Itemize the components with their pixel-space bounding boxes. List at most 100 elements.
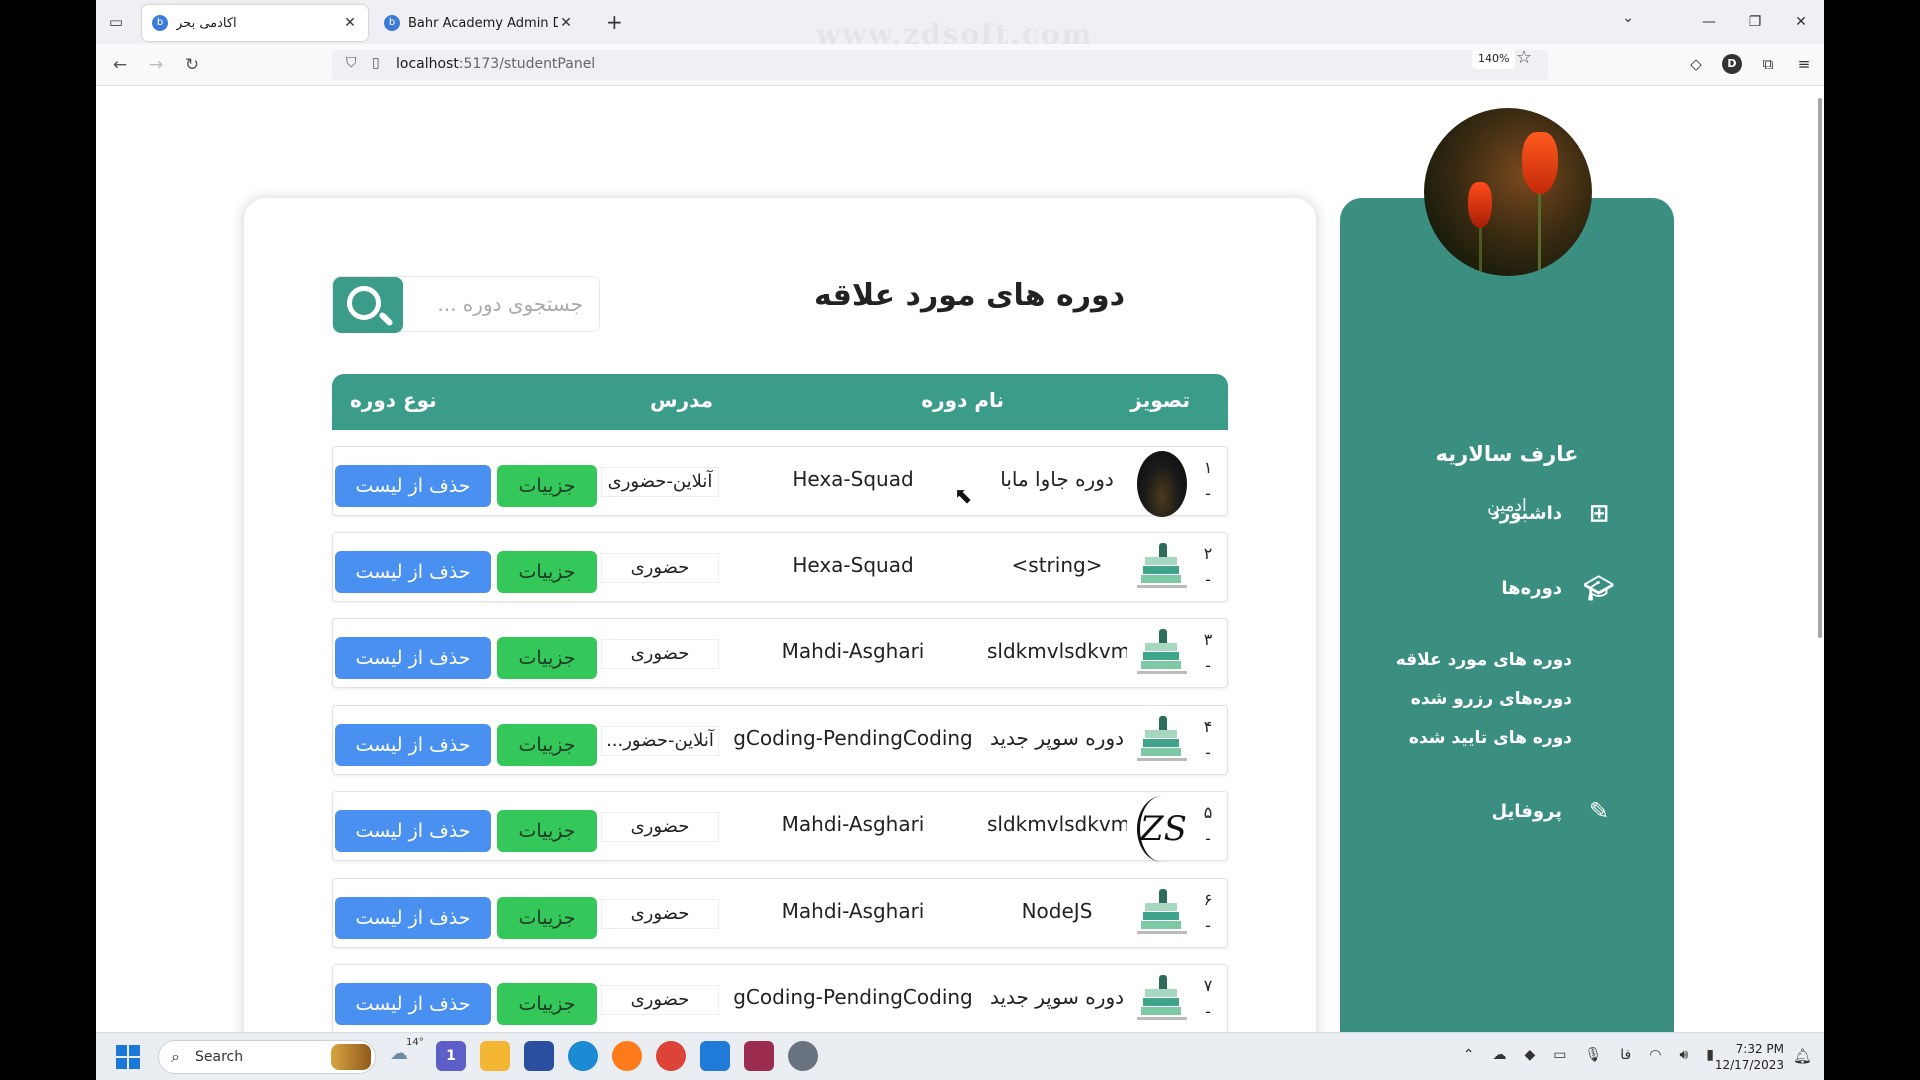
sidebar-subitem-favorites[interactable]: دوره های مورد علاقه xyxy=(1396,650,1572,670)
course-image xyxy=(1137,969,1187,1029)
search-button[interactable] xyxy=(333,277,403,333)
weather-icon[interactable]: ☁ 14° xyxy=(390,1037,424,1064)
chrome-icon[interactable] xyxy=(656,1041,686,1071)
course-image xyxy=(1137,883,1187,943)
address-bar[interactable]: ⛉ ▯ localhost:5173/studentPanel xyxy=(332,50,1548,80)
sidebar-item-label: داشبورد xyxy=(1490,502,1562,524)
sidebar-subitem-reserved[interactable]: دوره‌های رزرو شده xyxy=(1411,689,1572,709)
restore-icon[interactable]: ❐ xyxy=(1732,0,1778,44)
temperature: 14° xyxy=(406,1037,424,1048)
new-tab-icon[interactable]: + xyxy=(606,10,623,34)
page-scrollbar[interactable] xyxy=(1818,98,1822,638)
tray-overflow-icon[interactable]: ⌃ xyxy=(1463,1047,1475,1063)
sidebar-item-courses[interactable]: 🎓︎ دوره‌ها xyxy=(1501,573,1614,603)
row-index: ۵- xyxy=(1203,803,1213,848)
table-row: ۱- دوره جاوا مابا Hexa-Squad آنلاین-حضوری جز… xyxy=(332,446,1228,517)
shield-icon[interactable]: ⛉ xyxy=(346,55,357,71)
details-button[interactable]: جزییات xyxy=(497,983,597,1025)
course-image-cell xyxy=(1137,969,1187,1029)
clock[interactable]: 7:32 PM 12/17/2023 xyxy=(1715,1041,1784,1073)
settings-icon[interactable] xyxy=(788,1041,818,1071)
details-button[interactable]: جزییات xyxy=(497,724,597,766)
browser-tabbar: ▭ b آکادمی بحر ✕ b Bahr Academy Admin Da… xyxy=(96,0,1824,51)
vpn-icon[interactable]: ◆ xyxy=(1524,1047,1535,1063)
sidebar-item-dashboard[interactable]: ⊞ داشبورد xyxy=(1491,498,1614,528)
details-button[interactable]: جزییات xyxy=(497,637,597,679)
onedrive-icon[interactable]: ☁ xyxy=(1492,1047,1506,1063)
tab-title: Bahr Academy Admin Dashboa xyxy=(408,15,558,31)
course-image-cell xyxy=(1137,451,1187,517)
teams-chat-icon[interactable]: 1 xyxy=(436,1041,466,1071)
browser-navbar: ← → ↻ ⛉ ▯ localhost:5173/studentPanel 14… xyxy=(96,44,1824,86)
taskbar-search[interactable]: ⌕ Search xyxy=(158,1040,376,1074)
reload-icon[interactable]: ↻ xyxy=(180,53,204,77)
minimize-icon[interactable]: — xyxy=(1686,0,1732,44)
course-name: دوره جاوا مابا xyxy=(1000,467,1114,491)
course-image-cell xyxy=(1137,537,1187,597)
course-teacher: Hexa-Squad xyxy=(792,467,914,491)
course-name: sldkmvlsdkvm... xyxy=(987,812,1127,836)
screen: ▭ b آکادمی بحر ✕ b Bahr Academy Admin Da… xyxy=(96,0,1824,1080)
details-button[interactable]: جزییات xyxy=(497,810,597,852)
graduation-cap-icon: 🎓︎ xyxy=(1583,574,1614,602)
tab-bahr-academy[interactable]: b آکادمی بحر ✕ xyxy=(142,5,368,41)
file-explorer-icon[interactable] xyxy=(480,1041,510,1071)
close-tab-icon[interactable]: ✕ xyxy=(558,15,574,31)
profile-avatar[interactable]: D xyxy=(1722,54,1742,74)
remove-from-list-button[interactable]: حذف از لیست xyxy=(335,551,491,593)
course-teacher: gCoding-PendingCoding xyxy=(733,985,973,1009)
table-row: ۷- دوره سوپر جدید gCoding-PendingCoding حضو… xyxy=(332,964,1228,1032)
remove-from-list-button[interactable]: حذف از لیست xyxy=(335,810,491,852)
zoom-level[interactable]: 140% xyxy=(1472,49,1516,69)
column-header-course-name: نام دوره xyxy=(921,388,1004,412)
url-host: localhost xyxy=(396,56,459,72)
remove-from-list-button[interactable]: حذف از لیست xyxy=(335,637,491,679)
tab-dropdown-icon[interactable]: ⌄ xyxy=(1622,10,1634,26)
remove-from-list-button[interactable]: حذف از لیست xyxy=(335,897,491,939)
details-button[interactable]: جزییات xyxy=(497,551,597,593)
course-image-cell: ZS xyxy=(1137,796,1187,862)
back-icon[interactable]: ← xyxy=(108,53,132,77)
course-type: حضوری xyxy=(601,985,719,1015)
menu-icon[interactable]: ≡ xyxy=(1794,54,1814,74)
row-index: ۷- xyxy=(1203,976,1213,1021)
course-teacher: Mahdi-Asghari xyxy=(781,812,925,836)
close-window-icon[interactable]: ✕ xyxy=(1778,0,1824,44)
remove-from-list-button[interactable]: حذف از لیست xyxy=(335,983,491,1025)
language-indicator[interactable]: فا xyxy=(1620,1047,1631,1063)
course-type: حضوری xyxy=(601,899,719,929)
volume-icon[interactable]: 🔊︎ xyxy=(1679,1047,1688,1063)
tab-list-icon[interactable]: ▭ xyxy=(104,10,128,34)
remove-from-list-button[interactable]: حذف از لیست xyxy=(335,465,491,507)
forward-icon[interactable]: → xyxy=(144,53,168,77)
table-header: تصویز نام دوره مدرس نوع دوره xyxy=(332,374,1228,430)
url-text[interactable]: localhost:5173/studentPanel xyxy=(396,56,595,72)
search-input[interactable] xyxy=(403,287,583,321)
remove-from-list-button[interactable]: حذف از لیست xyxy=(335,724,491,766)
display-icon[interactable]: ▭ xyxy=(1553,1047,1566,1063)
page-info-icon[interactable]: ▯ xyxy=(372,55,380,71)
course-image: ZS xyxy=(1137,796,1187,862)
bookmark-star-icon[interactable]: ☆ xyxy=(1516,47,1532,68)
notifications-icon[interactable]: 🔔︎ xyxy=(1793,1047,1812,1065)
tab-admin-dashboard[interactable]: b Bahr Academy Admin Dashboa ✕ xyxy=(374,5,584,41)
edge-icon[interactable] xyxy=(568,1041,598,1071)
pocket-icon[interactable]: ◇ xyxy=(1686,54,1706,74)
details-button[interactable]: جزییات xyxy=(497,897,597,939)
sidebar-subitem-approved[interactable]: دوره های تایید شده xyxy=(1409,728,1572,748)
windows-start-icon[interactable] xyxy=(116,1045,140,1069)
extensions-icon[interactable]: ⧉ xyxy=(1758,54,1778,74)
details-button[interactable]: جزییات xyxy=(497,465,597,507)
microphone-icon[interactable]: 🎙︎ xyxy=(1584,1047,1602,1063)
battery-icon[interactable]: ▮ xyxy=(1706,1047,1714,1063)
winrar-icon[interactable] xyxy=(744,1041,774,1071)
firefox-icon[interactable] xyxy=(612,1041,642,1071)
store-icon[interactable] xyxy=(524,1041,554,1071)
course-name: <string> xyxy=(1011,553,1103,577)
search-highlight-image xyxy=(331,1044,371,1070)
wifi-icon[interactable]: ◠ xyxy=(1649,1047,1661,1063)
table-row: ۵- ZS sldkmvlsdkvm... Mahdi-Asghari حضوریجزی… xyxy=(332,791,1228,862)
sidebar-item-profile[interactable]: ✎ پروفایل xyxy=(1491,796,1614,826)
vscode-icon[interactable] xyxy=(700,1041,730,1071)
close-tab-icon[interactable]: ✕ xyxy=(342,15,358,31)
